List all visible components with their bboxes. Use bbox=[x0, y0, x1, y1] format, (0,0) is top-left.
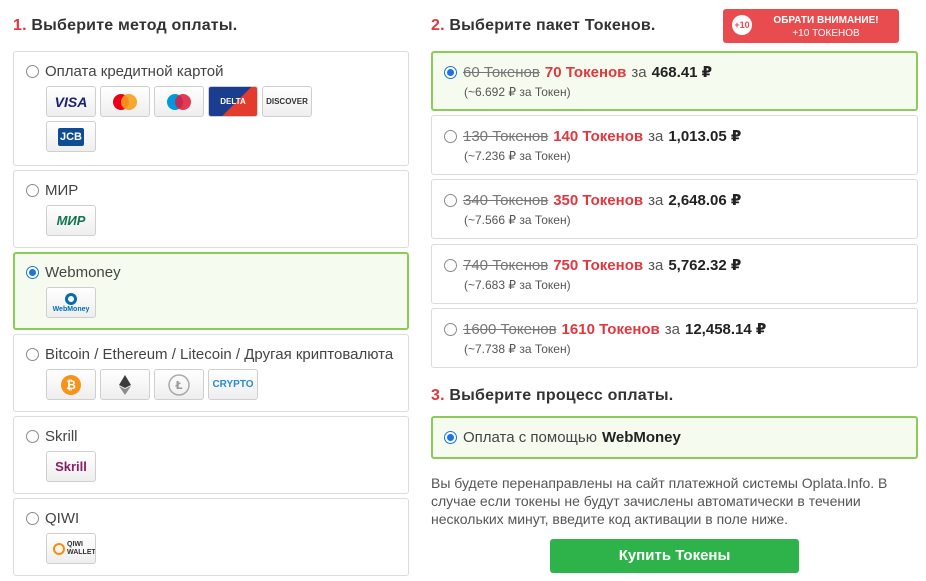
package-price: 5,762.32 ₽ bbox=[668, 257, 742, 274]
package-new-amount: 1610 Токенов bbox=[561, 320, 660, 338]
method-webmoney-radio[interactable] bbox=[26, 265, 39, 279]
package-new-amount: 70 Токенов bbox=[544, 63, 627, 81]
package-new-amount: 140 Токенов bbox=[553, 127, 644, 145]
package-za: за bbox=[631, 63, 647, 81]
package-za: за bbox=[648, 191, 664, 209]
mastercard-logo bbox=[100, 86, 150, 117]
step-2-title-text: Выберите пакет Токенов. bbox=[449, 17, 656, 34]
svg-text:Ł: Ł bbox=[174, 379, 182, 392]
payment-process-option[interactable]: Оплата с помощью WebMoney bbox=[431, 416, 918, 459]
package-option-3[interactable]: 340 Токенов 350 Токенов за 2,648.06 ₽ (~… bbox=[431, 179, 918, 239]
package-old-amount: 130 Токенов bbox=[463, 127, 549, 145]
method-crypto-label: Bitcoin / Ethereum / Litecoin / Другая к… bbox=[45, 345, 394, 363]
package-option-5-radio[interactable] bbox=[444, 322, 457, 336]
jcb-logo: JCB bbox=[46, 121, 96, 152]
package-option-1-radio[interactable] bbox=[444, 65, 457, 79]
package-old-amount: 740 Токенов bbox=[463, 256, 549, 274]
package-per-token: (~7.738 ₽ за Токен) bbox=[464, 342, 571, 356]
notice-banner: +10 ОБРАТИ ВНИМАНИЕ! +10 ТОКЕНОВ bbox=[723, 9, 899, 43]
package-old-amount: 1600 Токенов bbox=[463, 320, 557, 338]
redirect-info-text: Вы будете перенаправлены на сайт платежн… bbox=[431, 475, 888, 527]
package-option-4-radio[interactable] bbox=[444, 258, 457, 272]
payment-process-label: Оплата с помощью bbox=[463, 429, 597, 446]
mir-logo: МИР bbox=[46, 205, 96, 236]
buy-tokens-button[interactable]: Купить Токены bbox=[550, 539, 799, 573]
method-mir-radio[interactable] bbox=[26, 183, 39, 197]
package-price: 2,648.06 ₽ bbox=[668, 192, 742, 209]
method-crypto[interactable]: Bitcoin / Ethereum / Litecoin / Другая к… bbox=[13, 334, 409, 412]
method-mir-label: МИР bbox=[45, 181, 79, 199]
method-mir[interactable]: МИР МИР bbox=[13, 170, 409, 248]
method-credit-card-label: Оплата кредитной картой bbox=[45, 62, 224, 80]
method-skrill[interactable]: Skrill Skrill bbox=[13, 416, 409, 494]
step-1-title-text: Выберите метод оплаты. bbox=[31, 17, 238, 34]
method-skrill-label: Skrill bbox=[45, 427, 78, 445]
step-3-title-text: Выберите процесс оплаты. bbox=[449, 387, 674, 404]
package-option-2-radio[interactable] bbox=[444, 129, 457, 143]
package-price: 468.41 ₽ bbox=[651, 64, 713, 81]
bitcoin-logo: ₿ bbox=[46, 369, 96, 400]
payment-methods-section: 1. Выберите метод оплаты. Оплата кредитн… bbox=[13, 14, 409, 576]
maestro-logo bbox=[154, 86, 204, 117]
method-credit-card[interactable]: Оплата кредитной картой VISA DELTA DISCO… bbox=[13, 51, 409, 166]
package-za: за bbox=[664, 320, 680, 338]
method-crypto-radio[interactable] bbox=[26, 347, 39, 361]
notice-line-1: ОБРАТИ ВНИМАНИЕ! bbox=[773, 15, 879, 26]
package-per-token: (~7.566 ₽ за Токен) bbox=[464, 213, 571, 227]
step-3-title: 3. Выберите процесс оплаты. bbox=[431, 384, 673, 408]
package-per-token: (~7.236 ₽ за Токен) bbox=[464, 149, 571, 163]
method-skrill-radio[interactable] bbox=[26, 429, 39, 443]
skrill-logo: Skrill bbox=[46, 451, 96, 482]
delta-logo: DELTA bbox=[208, 86, 258, 117]
package-new-amount: 350 Токенов bbox=[553, 191, 644, 209]
step-2-number: 2. bbox=[431, 17, 445, 34]
notice-line-2: +10 ТОКЕНОВ bbox=[792, 28, 860, 39]
token-packages-section: 2. Выберите пакет Токенов. +10 ОБРАТИ ВН… bbox=[431, 9, 918, 573]
package-option-3-radio[interactable] bbox=[444, 193, 457, 207]
package-old-amount: 60 Токенов bbox=[463, 63, 540, 81]
webmoney-logo: WebMoney bbox=[46, 287, 96, 318]
package-option-1[interactable]: 60 Токенов 70 Токенов за 468.41 ₽ (~6.69… bbox=[431, 51, 918, 111]
step-1-title: 1. Выберите метод оплаты. bbox=[13, 14, 409, 38]
package-option-2[interactable]: 130 Токенов 140 Токенов за 1,013.05 ₽ (~… bbox=[431, 115, 918, 175]
method-qiwi[interactable]: QIWI QIWI WALLET bbox=[13, 498, 409, 576]
package-per-token: (~7.683 ₽ за Токен) bbox=[464, 278, 571, 292]
ethereum-logo bbox=[100, 369, 150, 400]
package-option-4[interactable]: 740 Токенов 750 Токенов за 5,762.32 ₽ (~… bbox=[431, 244, 918, 304]
crypto-logo: CRYPTO bbox=[208, 369, 258, 400]
method-credit-card-radio[interactable] bbox=[26, 64, 39, 78]
step-3-number: 3. bbox=[431, 387, 445, 404]
package-new-amount: 750 Токенов bbox=[553, 256, 644, 274]
discover-logo: DISCOVER bbox=[262, 86, 312, 117]
method-qiwi-radio[interactable] bbox=[26, 511, 39, 525]
method-webmoney-label: Webmoney bbox=[45, 263, 121, 281]
package-za: за bbox=[648, 256, 664, 274]
visa-logo: VISA bbox=[46, 86, 96, 117]
method-webmoney[interactable]: Webmoney WebMoney bbox=[13, 252, 409, 330]
plus-ten-badge-icon: +10 bbox=[732, 15, 752, 35]
payment-process-radio[interactable] bbox=[444, 431, 457, 444]
method-qiwi-label: QIWI bbox=[45, 509, 80, 527]
svg-text:₿: ₿ bbox=[66, 378, 76, 392]
step-1-number: 1. bbox=[13, 17, 27, 34]
package-price: 12,458.14 ₽ bbox=[685, 321, 767, 338]
qiwi-wallet-logo: QIWI WALLET bbox=[46, 533, 96, 564]
package-price: 1,013.05 ₽ bbox=[668, 128, 742, 145]
package-za: за bbox=[648, 127, 664, 145]
package-old-amount: 340 Токенов bbox=[463, 191, 549, 209]
package-option-5[interactable]: 1600 Токенов 1610 Токенов за 12,458.14 ₽… bbox=[431, 308, 918, 368]
litecoin-logo: Ł bbox=[154, 369, 204, 400]
payment-process-method: WebMoney bbox=[601, 429, 681, 446]
package-per-token: (~6.692 ₽ за Токен) bbox=[464, 85, 571, 99]
